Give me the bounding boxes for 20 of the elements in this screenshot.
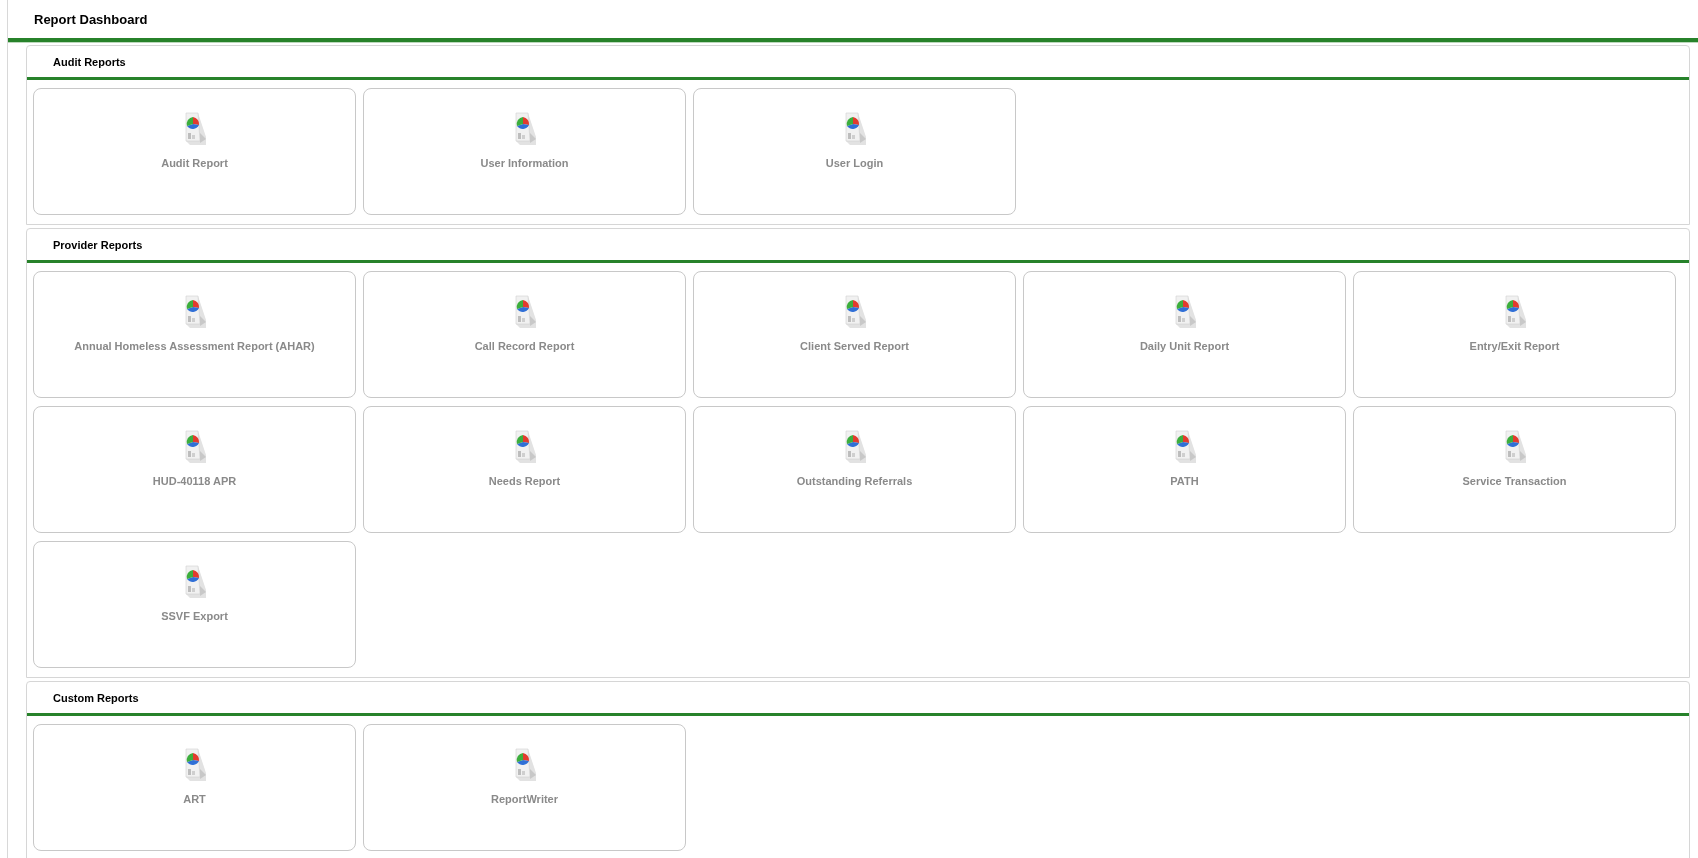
report-tile[interactable]: Entry/Exit Report bbox=[1353, 271, 1676, 398]
section-title: Custom Reports bbox=[53, 691, 139, 704]
section-title: Provider Reports bbox=[53, 238, 143, 251]
report-tile[interactable]: Audit Report bbox=[33, 88, 356, 215]
report-tile[interactable]: Client Served Report bbox=[693, 271, 1016, 398]
report-tile[interactable]: SSVF Export bbox=[33, 541, 356, 668]
report-tile[interactable]: Call Record Report bbox=[363, 271, 686, 398]
report-tile[interactable]: Outstanding Referrals bbox=[693, 406, 1016, 533]
report-tile[interactable]: ART bbox=[33, 724, 356, 851]
report-tile[interactable]: HUD-40118 APR bbox=[33, 406, 356, 533]
report-tile[interactable]: Service Transaction bbox=[1353, 406, 1676, 533]
report-tile[interactable]: User Login bbox=[693, 88, 1016, 215]
page-title: Report Dashboard bbox=[34, 11, 148, 27]
report-tile[interactable]: Annual Homeless Assessment Report (AHAR) bbox=[33, 271, 356, 398]
report-tile[interactable]: Daily Unit Report bbox=[1023, 271, 1346, 398]
report-tile[interactable]: Needs Report bbox=[363, 406, 686, 533]
section-title: Audit Reports bbox=[53, 55, 126, 68]
report-tile[interactable]: User Information bbox=[363, 88, 686, 215]
report-tile[interactable]: ReportWriter bbox=[363, 724, 686, 851]
report-tile[interactable]: PATH bbox=[1023, 406, 1346, 533]
